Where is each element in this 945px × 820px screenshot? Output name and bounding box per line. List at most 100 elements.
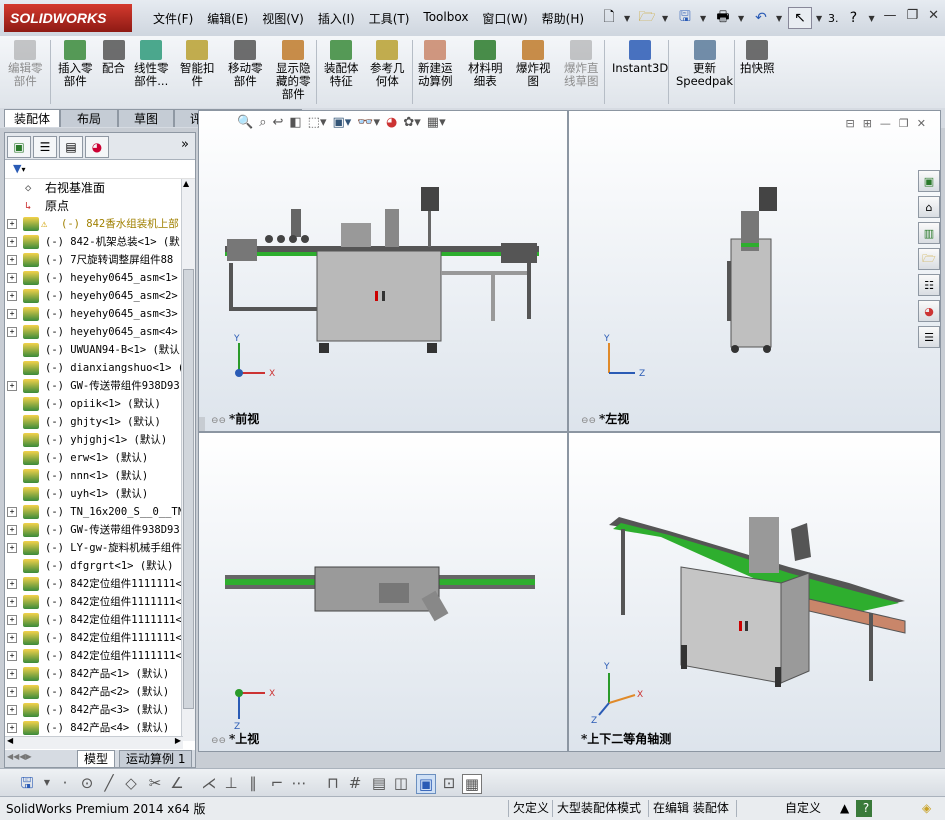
new-document-icon[interactable]: 🗋 (598, 8, 620, 28)
expand-icon[interactable]: + (7, 309, 17, 319)
table-icon[interactable]: ▦ (462, 774, 482, 794)
tree-item[interactable]: (-) ghjty<1> (默认) (5, 413, 183, 431)
tab-model[interactable]: 模型 (77, 750, 116, 768)
tree-item[interactable]: + (-) LY-gw-旋料机械手组件 (5, 539, 183, 557)
corner-icon[interactable]: ⌐ (268, 774, 286, 792)
tree-item[interactable]: + (-) heyehy0645_asm<2> ( (5, 287, 183, 305)
tree-item[interactable]: + (-) heyehy0645_asm<4> ( (5, 323, 183, 341)
menu-item-3[interactable]: 插入(I) (311, 8, 362, 29)
chevron-down-icon[interactable]: ▼ (776, 14, 784, 23)
tree-item[interactable]: ◇ 右视基准面 (5, 179, 183, 197)
viewport-front[interactable]: 🔍 ⌕ ↩ ◧ ⬚▾ ▣▾ 👓▾ ◕ ✿▾ ▦▾ YX ⊖⊖ *前视 (198, 110, 568, 432)
tree-item[interactable]: + (-) 842-机架总装<1> (默 (5, 233, 183, 251)
scroll-left-icon[interactable]: ◀ (7, 736, 13, 745)
command-10[interactable]: 材料明 细表 (468, 40, 503, 88)
tree-item[interactable]: + (-) 842定位组件1111111< (5, 629, 183, 647)
tree-item[interactable]: (-) uyh<1> (默认) (5, 485, 183, 503)
tree-item[interactable]: + (-) GW-传送带组件938D93 (5, 377, 183, 395)
tree-item[interactable]: (-) UWUAN94-B<1> (默认) (5, 341, 183, 359)
tab-1[interactable]: 布局 (60, 109, 118, 127)
polygon-icon[interactable]: ◇ (122, 774, 140, 792)
tree-item[interactable]: ↳ 原点 (5, 197, 183, 215)
scroll-up-icon[interactable]: ▲ (183, 179, 189, 188)
angle-icon[interactable]: ∠ (168, 774, 186, 792)
command-14[interactable]: 更新 Speedpak (676, 40, 733, 88)
tag-icon[interactable]: ◈ (918, 800, 931, 817)
undo-icon[interactable]: ↶ (750, 8, 772, 28)
display-manager-icon[interactable]: ◕ (85, 136, 109, 158)
tree-item[interactable]: + (-) 842定位组件1111111< (5, 611, 183, 629)
line-icon[interactable]: ╱ (100, 774, 118, 792)
chevron-up-icon[interactable]: ▲ (836, 800, 849, 817)
expand-icon[interactable]: + (7, 255, 17, 265)
tab-0[interactable]: 装配体 (4, 109, 60, 127)
command-9[interactable]: 新建运 动算例 (418, 40, 453, 88)
tree-item[interactable]: + (-) 842产品<3> (默认) (5, 701, 183, 719)
close-icon[interactable]: ✕ (928, 8, 939, 23)
relation-icon[interactable]: ⊥ (222, 774, 240, 792)
scroll-right-icon[interactable]: ▶ (175, 736, 181, 745)
tree-item[interactable]: (-) erw<1> (默认) (5, 449, 183, 467)
command-2[interactable]: 配合 (102, 40, 125, 75)
array-icon[interactable]: ▤ (370, 774, 388, 792)
tab-2[interactable]: 草图 (118, 109, 174, 127)
expand-icon[interactable]: + (7, 687, 17, 697)
expand-icon[interactable]: + (7, 525, 17, 535)
expand-icon[interactable]: + (7, 597, 17, 607)
dimension-icon[interactable]: ⊓ (324, 774, 342, 792)
command-11[interactable]: 爆炸视 图 (516, 40, 551, 88)
expand-icon[interactable]: + (7, 327, 17, 337)
menu-item-1[interactable]: 编辑(E) (200, 8, 255, 29)
chevron-down-icon[interactable]: ▼ (624, 14, 632, 23)
menu-item-2[interactable]: 视图(V) (255, 8, 311, 29)
expand-icon[interactable]: + (7, 651, 17, 661)
config-manager-icon[interactable]: ▤ (59, 136, 83, 158)
command-12[interactable]: 爆炸直 线草图 (564, 40, 599, 88)
menu-item-4[interactable]: 工具(T) (362, 8, 417, 29)
open-folder-icon[interactable]: 🗁 (636, 8, 658, 28)
shaded-icon[interactable]: ▣ (416, 774, 436, 794)
chevron-down-icon[interactable]: ▼ (869, 14, 877, 23)
command-7[interactable]: 装配体 特征 (324, 40, 359, 88)
feature-tree-icon[interactable]: ▣ (7, 136, 31, 158)
expand-icon[interactable]: + (7, 579, 17, 589)
solidworks-logo[interactable]: SOLIDWORKS (4, 4, 132, 32)
command-6[interactable]: 显示隐 藏的零 部件 (276, 40, 311, 101)
tree-item[interactable]: + (-) 842产品<4> (默认) (5, 719, 183, 737)
custom-properties-icon[interactable]: ☰ (918, 326, 940, 348)
menu-item-7[interactable]: 帮助(H) (535, 8, 591, 29)
expand-icon[interactable]: + (7, 633, 17, 643)
chevron-right-icon[interactable]: » (181, 137, 189, 152)
command-5[interactable]: 移动零 部件 (228, 40, 263, 88)
sketch-tool-icon[interactable]: ⋌ (200, 774, 218, 792)
design-library-icon[interactable]: ▥ (918, 222, 940, 244)
chevron-down-icon[interactable]: ▾ (21, 165, 25, 174)
viewport-top[interactable]: XZ ⊖⊖ *上视 (198, 432, 568, 752)
appearances-icon[interactable]: ◕ (918, 300, 940, 322)
expand-icon[interactable]: + (7, 237, 17, 247)
tree-item[interactable]: (-) dianxiangshuo<1> ( (5, 359, 183, 377)
status-units[interactable]: 自定义 (736, 800, 821, 817)
print-icon[interactable]: 🖶 (712, 8, 734, 28)
tree-item[interactable]: + (-) 842定位组件1111111< (5, 575, 183, 593)
command-8[interactable]: 参考几 何体 (370, 40, 405, 88)
cube-icon[interactable]: ◫ (392, 774, 410, 792)
dashed-icon[interactable]: ⋯ (290, 774, 308, 792)
command-13[interactable]: Instant3D (612, 40, 668, 75)
expand-icon[interactable]: + (7, 723, 17, 733)
expand-icon[interactable]: + (7, 543, 17, 553)
tree-item[interactable]: + (-) 7尺旋转调整屏组件88 (5, 251, 183, 269)
expand-icon[interactable]: + (7, 381, 17, 391)
tree-item[interactable]: + (-) 842定位组件1111111< (5, 647, 183, 665)
viewport-isometric[interactable]: Y X Z *上下二等角轴测 (568, 432, 941, 752)
command-0[interactable]: 编辑零 部件 (8, 40, 43, 88)
expand-icon[interactable]: + (7, 507, 17, 517)
menu-item-0[interactable]: 文件(F) (146, 8, 200, 29)
parallel-icon[interactable]: ∥ (244, 774, 262, 792)
restore-icon[interactable]: ❐ (906, 8, 918, 23)
chevron-down-icon[interactable]: ▼ (662, 14, 670, 23)
viewport-left[interactable]: ⊟ ⊞ — ❐ ✕ YZ ⊖⊖ *左视 (568, 110, 941, 432)
select-arrow-icon[interactable]: ↖ (788, 7, 812, 29)
point-icon[interactable]: · (56, 774, 74, 792)
tree-item[interactable]: (-) yhjghj<1> (默认) (5, 431, 183, 449)
